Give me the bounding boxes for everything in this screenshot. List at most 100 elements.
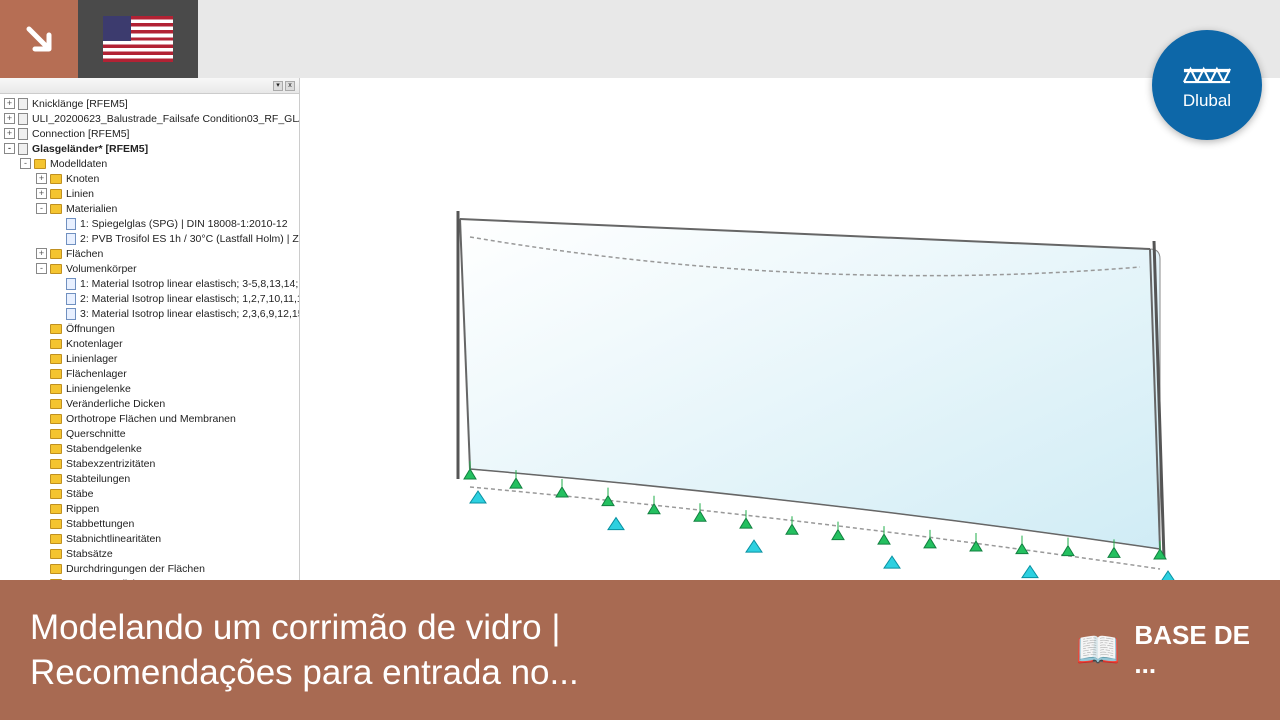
corner-badge: [0, 0, 78, 78]
tree-item-label: Volumenkörper: [66, 263, 137, 275]
file-icon: [66, 308, 76, 320]
folder-icon: [50, 489, 62, 499]
folder-icon: [50, 369, 62, 379]
tree-item-label: Liniengelenke: [66, 383, 131, 395]
tree-item[interactable]: Orthotrope Flächen und Membranen: [0, 411, 299, 426]
tree-item[interactable]: -Glasgeländer* [RFEM5]: [0, 141, 299, 156]
folder-icon: [50, 534, 62, 544]
tree-item-label: Flächenlager: [66, 368, 127, 380]
caption-side-label: BASE DE ...: [1134, 621, 1250, 678]
tree-item[interactable]: Stabteilungen: [0, 471, 299, 486]
tree-item[interactable]: Stabbettungen: [0, 516, 299, 531]
tree-item-label: Stabbettungen: [66, 518, 134, 530]
caption-title: Modelando um corrimão de vidro | Recomen…: [30, 605, 1056, 696]
file-icon: [66, 218, 76, 230]
tree-item[interactable]: -Volumenkörper: [0, 261, 299, 276]
bridge-icon: [1182, 59, 1232, 87]
arrow-down-right-icon: [19, 19, 59, 59]
doc-icon: [18, 98, 28, 110]
tree-item-label: 1: Spiegelglas (SPG) | DIN 18008-1:2010-…: [80, 218, 288, 230]
tree-item-label: Stäbe: [66, 488, 93, 500]
tree-item[interactable]: -Modelldaten: [0, 156, 299, 171]
tree-item-label: Stabsätze: [66, 548, 113, 560]
language-flag[interactable]: [78, 0, 198, 78]
tree-item-label: Stabteilungen: [66, 473, 130, 485]
tree-item[interactable]: 1: Spiegelglas (SPG) | DIN 18008-1:2010-…: [0, 216, 299, 231]
tree-item[interactable]: Durchdringungen der Flächen: [0, 561, 299, 576]
folder-icon: [50, 519, 62, 529]
tree-item-label: Modelldaten: [50, 158, 107, 170]
tree-item[interactable]: +Connection [RFEM5]: [0, 126, 299, 141]
tree-item[interactable]: +Flächen: [0, 246, 299, 261]
folder-icon: [34, 159, 46, 169]
dlubal-badge: Dlubal: [1152, 30, 1262, 140]
tree-item-label: Flächen: [66, 248, 103, 260]
folder-icon: [50, 504, 62, 514]
folder-icon: [50, 189, 62, 199]
tree-item[interactable]: Stabsätze: [0, 546, 299, 561]
folder-icon: [50, 264, 62, 274]
us-flag-icon: [103, 16, 173, 62]
tree-item[interactable]: -Materialien: [0, 201, 299, 216]
folder-icon: [50, 384, 62, 394]
tree-item[interactable]: Stäbe: [0, 486, 299, 501]
tree-item-label: Querschnitte: [66, 428, 126, 440]
tree-item-label: Knoten: [66, 173, 99, 185]
tree-item-label: Glasgeländer* [RFEM5]: [32, 143, 148, 155]
nav-pin-icon[interactable]: ▾: [273, 81, 283, 91]
tree-item[interactable]: Stabendgelenke: [0, 441, 299, 456]
tree-item[interactable]: Stabexzentrizitäten: [0, 456, 299, 471]
tree-item[interactable]: Flächenlager: [0, 366, 299, 381]
nav-close-icon[interactable]: x: [285, 81, 295, 91]
tree-item[interactable]: 2: PVB Trosifol ES 1h / 30°C (Lastfall H…: [0, 231, 299, 246]
tree-item[interactable]: Knotenlager: [0, 336, 299, 351]
folder-icon: [50, 174, 62, 184]
tree-item[interactable]: 3: Material Isotrop linear elastisch; 2,…: [0, 306, 299, 321]
tree-item[interactable]: Rippen: [0, 501, 299, 516]
folder-icon: [50, 354, 62, 364]
tree-item[interactable]: Öffnungen: [0, 321, 299, 336]
folder-icon: [50, 549, 62, 559]
folder-icon: [50, 414, 62, 424]
file-icon: [66, 233, 76, 245]
folder-icon: [50, 339, 62, 349]
tree-item[interactable]: 2: Material Isotrop linear elastisch; 1,…: [0, 291, 299, 306]
tree-item[interactable]: Liniengelenke: [0, 381, 299, 396]
tree-item-label: Veränderliche Dicken: [66, 398, 165, 410]
folder-icon: [50, 444, 62, 454]
tree-item[interactable]: Querschnitte: [0, 426, 299, 441]
tree-item[interactable]: 1: Material Isotrop linear elastisch; 3-…: [0, 276, 299, 291]
tree-item-label: Stabnichtlinearitäten: [66, 533, 161, 545]
tree-item-label: Knotenlager: [66, 338, 123, 350]
tree-item[interactable]: +Knicklänge [RFEM5]: [0, 96, 299, 111]
tree-item-label: Orthotrope Flächen und Membranen: [66, 413, 236, 425]
folder-icon: [50, 429, 62, 439]
tree-item-label: Linien: [66, 188, 94, 200]
tree-item-label: Durchdringungen der Flächen: [66, 563, 205, 575]
tree-item[interactable]: Veränderliche Dicken: [0, 396, 299, 411]
tree-item-label: 3: Material Isotrop linear elastisch; 2,…: [80, 308, 299, 320]
folder-icon: [50, 474, 62, 484]
top-header: [0, 0, 1280, 78]
caption-right: 📖 BASE DE ...: [1076, 621, 1250, 678]
folder-icon: [50, 249, 62, 259]
tree-item[interactable]: +Linien: [0, 186, 299, 201]
folder-icon: [50, 399, 62, 409]
folder-icon: [50, 564, 62, 574]
doc-icon: [18, 128, 28, 140]
tree-item-label: 2: Material Isotrop linear elastisch; 1,…: [80, 293, 299, 305]
tree-item-label: Öffnungen: [66, 323, 115, 335]
tree-item-label: Linienlager: [66, 353, 117, 365]
tree-item[interactable]: Linienlager: [0, 351, 299, 366]
folder-icon: [50, 459, 62, 469]
folder-icon: [50, 204, 62, 214]
file-icon: [66, 293, 76, 305]
caption-bar: Modelando um corrimão de vidro | Recomen…: [0, 580, 1280, 720]
tree-item-label: Knicklänge [RFEM5]: [32, 98, 128, 110]
tree-item[interactable]: Stabnichtlinearitäten: [0, 531, 299, 546]
file-icon: [66, 278, 76, 290]
folder-icon: [50, 324, 62, 334]
tree-item[interactable]: +ULI_20200623_Balustrade_Failsafe Condit…: [0, 111, 299, 126]
tree-item-label: Stabendgelenke: [66, 443, 142, 455]
tree-item[interactable]: +Knoten: [0, 171, 299, 186]
